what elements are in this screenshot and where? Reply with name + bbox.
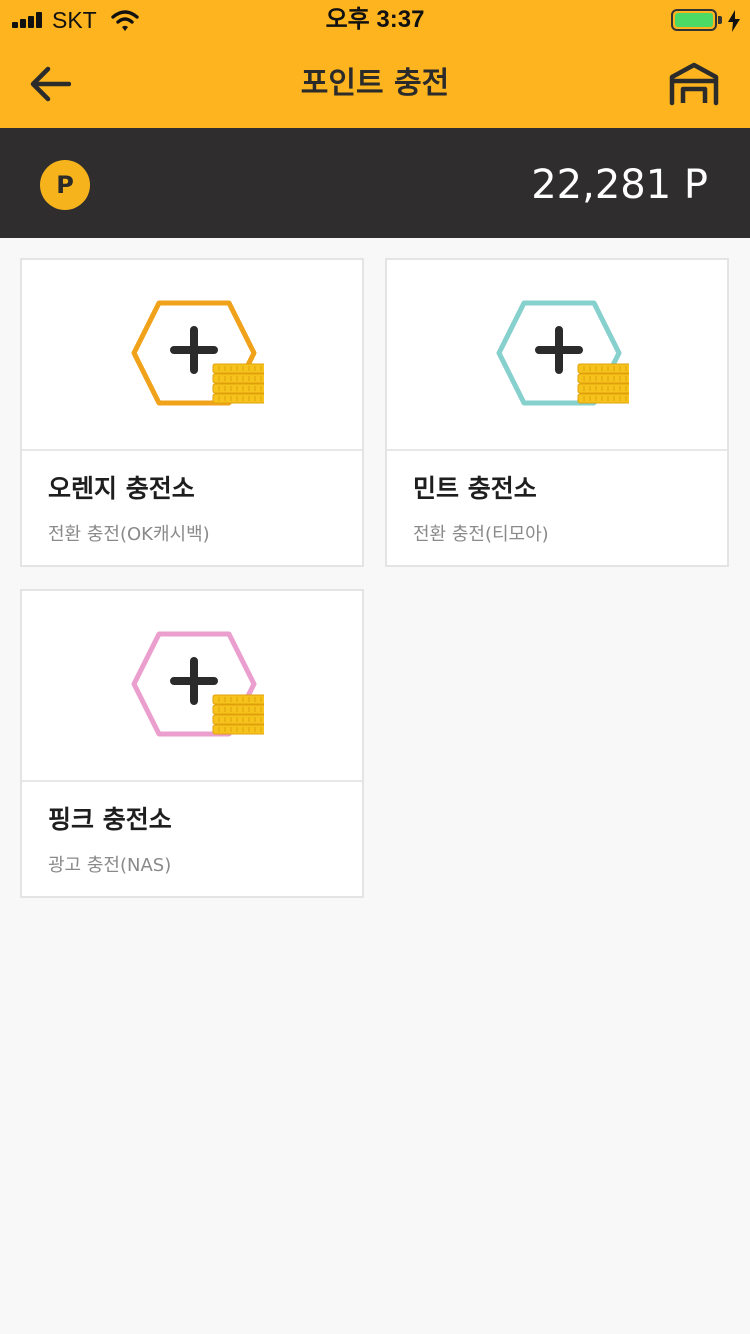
- app-header: SKT 오후 3:37 포인트 충전: [0, 0, 750, 128]
- coin-stack-layer: [577, 383, 629, 394]
- coin-stack-layer: [212, 373, 264, 384]
- coin-stack-layer: [577, 363, 629, 374]
- plus-icon: [535, 326, 583, 374]
- coin-stack-layer: [212, 724, 264, 735]
- charging-bolt-icon: [728, 10, 740, 32]
- card-mint-station[interactable]: 민트 충전소 전환 충전(티모아): [385, 258, 729, 567]
- navigation-bar: 포인트 충전: [0, 40, 750, 128]
- battery-icon: [671, 9, 717, 31]
- card-image: [22, 260, 362, 451]
- points-badge-icon: P: [40, 160, 90, 210]
- home-icon: [669, 62, 719, 106]
- card-title: 핑크 충전소: [48, 805, 172, 834]
- points-balance: 22,281 P: [531, 162, 708, 208]
- coin-stack-layer: [212, 363, 264, 374]
- coin-stack-layer: [212, 383, 264, 394]
- points-balance-bar: P 22,281 P: [0, 128, 750, 238]
- card-subtitle: 전환 충전(OK캐시백): [48, 524, 210, 545]
- coin-stack-layer: [577, 373, 629, 384]
- status-time: 오후 3:37: [325, 6, 425, 33]
- plus-icon: [170, 326, 218, 374]
- card-title: 민트 충전소: [413, 474, 537, 503]
- home-button[interactable]: [664, 56, 724, 112]
- coin-stack-layer: [212, 393, 264, 404]
- card-title: 오렌지 충전소: [48, 474, 195, 503]
- charge-hexagon-icon: [131, 631, 264, 737]
- coin-stack-layer: [212, 704, 264, 715]
- card-subtitle: 전환 충전(티모아): [413, 524, 549, 545]
- coin-stack-layer: [212, 714, 264, 725]
- charge-hexagon-icon: [131, 300, 264, 406]
- coin-stack-layer: [212, 694, 264, 705]
- charge-hexagon-icon: [496, 300, 629, 406]
- card-subtitle: 광고 충전(NAS): [48, 855, 172, 876]
- card-pink-station[interactable]: 핑크 충전소 광고 충전(NAS): [20, 589, 364, 898]
- plus-icon: [170, 657, 218, 705]
- card-orange-station[interactable]: 오렌지 충전소 전환 충전(OK캐시백): [20, 258, 364, 567]
- card-image: [22, 591, 362, 782]
- status-bar: SKT 오후 3:37: [0, 0, 750, 40]
- coin-stack-layer: [577, 393, 629, 404]
- card-image: [387, 260, 727, 451]
- battery-tip: [718, 16, 722, 24]
- page-title: 포인트 충전: [300, 66, 450, 101]
